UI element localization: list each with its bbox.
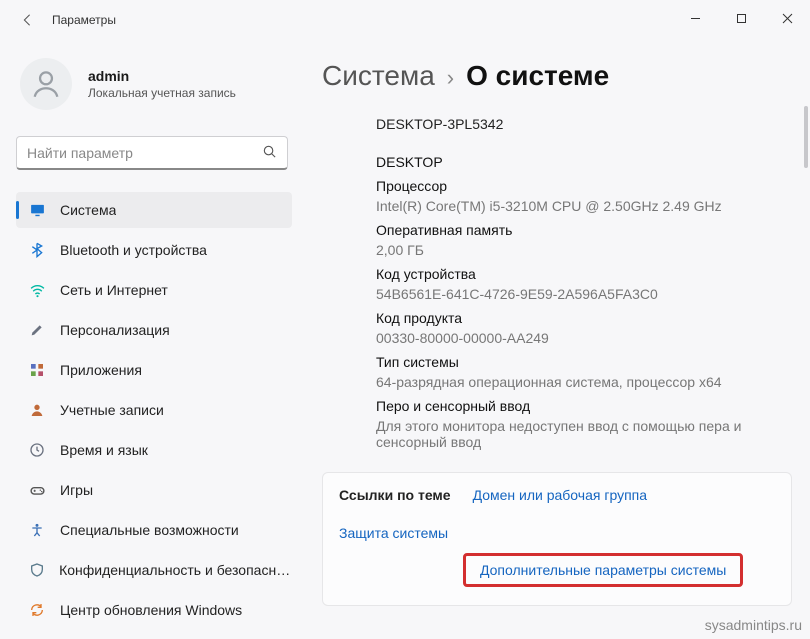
search-input[interactable] [27, 145, 262, 161]
about-info: DESKTOP-3PL5342 DESKTOP Процессор Intel(R… [322, 116, 792, 450]
sidebar-item-label: Bluetooth и устройства [60, 242, 207, 258]
sidebar-item-label: Сеть и Интернет [60, 282, 168, 298]
maximize-button[interactable] [718, 0, 764, 36]
sidebar-item-label: Персонализация [60, 322, 170, 338]
sidebar-item-label: Центр обновления Windows [60, 602, 242, 618]
sidebar-item-0[interactable]: Система [16, 192, 292, 228]
spec-label: Перо и сенсорный ввод [376, 398, 792, 414]
window-title: Параметры [52, 13, 116, 27]
links-card: Ссылки по теме Домен или рабочая группа … [322, 472, 792, 606]
search-icon [262, 144, 277, 162]
user-name: admin [88, 68, 236, 84]
nav-list: Система Bluetooth и устройства Сеть и Инте… [16, 192, 292, 628]
spec-value: 00330-80000-00000-AA249 [376, 330, 792, 346]
spec-row: Код устройства 54B6561E-641C-4726-9E59-2A… [376, 266, 792, 302]
section-title: DESKTOP [376, 154, 792, 170]
sidebar-item-label: Приложения [60, 362, 142, 378]
shield-icon [28, 561, 45, 579]
link-advanced-system-settings[interactable]: Дополнительные параметры системы [480, 562, 726, 578]
spec-row: Процессор Intel(R) Core(TM) i5-3210M CPU … [376, 178, 792, 214]
spec-label: Код устройства [376, 266, 792, 282]
link-system-protection[interactable]: Защита системы [339, 525, 448, 541]
user-role: Локальная учетная запись [88, 86, 236, 100]
spec-label: Оперативная память [376, 222, 792, 238]
sidebar-item-label: Время и язык [60, 442, 148, 458]
display-icon [28, 201, 46, 219]
game-icon [28, 481, 46, 499]
spec-value: 2,00 ГБ [376, 242, 792, 258]
sidebar: admin Локальная учетная запись Система Bl… [0, 40, 300, 639]
spec-row: Тип системы 64-разрядная операционная сис… [376, 354, 792, 390]
person-icon [28, 401, 46, 419]
sidebar-item-label: Игры [60, 482, 93, 498]
access-icon [28, 521, 46, 539]
apps-icon [28, 361, 46, 379]
sidebar-item-5[interactable]: Учетные записи [16, 392, 292, 428]
spec-row: Перо и сенсорный ввод Для этого монитора … [376, 398, 792, 450]
chevron-right-icon: › [447, 65, 454, 91]
sidebar-item-label: Специальные возможности [60, 522, 239, 538]
main-panel: Система › О системе DESKTOP-3PL5342 DESK… [300, 40, 810, 639]
clock-icon [28, 441, 46, 459]
scrollbar-thumb[interactable] [804, 106, 808, 168]
update-icon [28, 601, 46, 619]
search-box[interactable] [16, 136, 288, 170]
spec-label: Код продукта [376, 310, 792, 326]
user-block[interactable]: admin Локальная учетная запись [20, 58, 292, 110]
close-button[interactable] [764, 0, 810, 36]
watermark: sysadmintips.ru [705, 617, 802, 633]
wifi-icon [28, 281, 46, 299]
sidebar-item-label: Конфиденциальность и безопасность [59, 562, 292, 578]
bluetooth-icon [28, 241, 46, 259]
sidebar-item-2[interactable]: Сеть и Интернет [16, 272, 292, 308]
back-button[interactable] [18, 11, 36, 29]
sidebar-item-label: Учетные записи [60, 402, 164, 418]
minimize-button[interactable] [672, 0, 718, 36]
sidebar-item-4[interactable]: Приложения [16, 352, 292, 388]
breadcrumb-parent[interactable]: Система [322, 60, 435, 92]
sidebar-item-label: Система [60, 202, 116, 218]
breadcrumb: Система › О системе [322, 60, 792, 92]
highlight-box: Дополнительные параметры системы [463, 553, 743, 587]
spec-value: 54B6561E-641C-4726-9E59-2A596A5FA3C0 [376, 286, 792, 302]
sidebar-item-7[interactable]: Игры [16, 472, 292, 508]
breadcrumb-current: О системе [466, 60, 609, 92]
spec-value: 64-разрядная операционная система, проце… [376, 374, 792, 390]
sidebar-item-3[interactable]: Персонализация [16, 312, 292, 348]
sidebar-item-1[interactable]: Bluetooth и устройства [16, 232, 292, 268]
spec-row: Код продукта 00330-80000-00000-AA249 [376, 310, 792, 346]
sidebar-item-9[interactable]: Конфиденциальность и безопасность [16, 552, 292, 588]
spec-row: Оперативная память 2,00 ГБ [376, 222, 792, 258]
sidebar-item-6[interactable]: Время и язык [16, 432, 292, 468]
window-controls [672, 0, 810, 36]
device-name: DESKTOP-3PL5342 [376, 116, 792, 132]
link-domain-workgroup[interactable]: Домен или рабочая группа [473, 487, 647, 503]
avatar [20, 58, 72, 110]
spec-label: Тип системы [376, 354, 792, 370]
spec-value: Intel(R) Core(TM) i5-3210M CPU @ 2.50GHz… [376, 198, 792, 214]
spec-value: Для этого монитора недоступен ввод с пом… [376, 418, 792, 450]
links-label: Ссылки по теме [339, 487, 451, 503]
brush-icon [28, 321, 46, 339]
sidebar-item-10[interactable]: Центр обновления Windows [16, 592, 292, 628]
sidebar-item-8[interactable]: Специальные возможности [16, 512, 292, 548]
spec-label: Процессор [376, 178, 792, 194]
